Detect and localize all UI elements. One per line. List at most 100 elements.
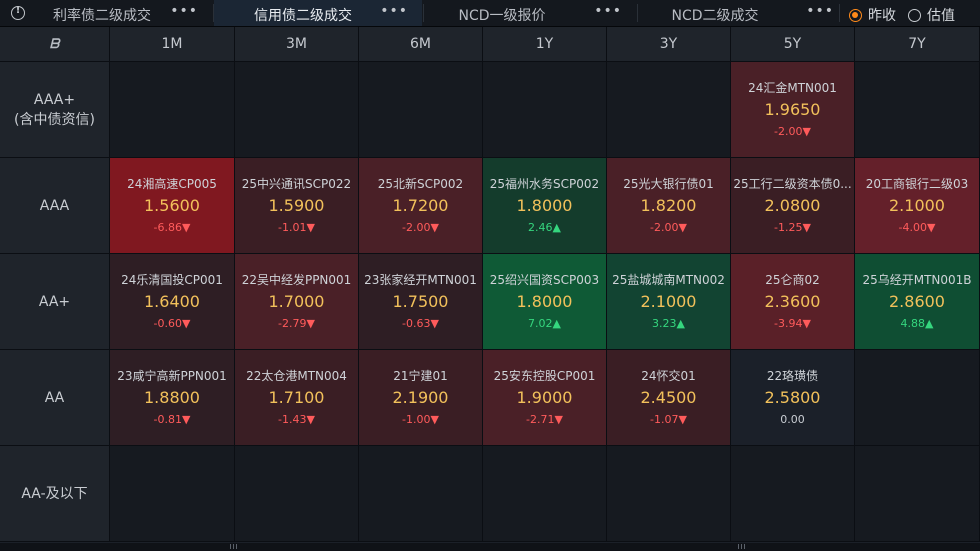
info-icon[interactable] bbox=[11, 5, 25, 20]
bond-change: -2.71▼ bbox=[526, 413, 563, 426]
bond-change: -1.01▼ bbox=[278, 221, 315, 234]
bond-yield: 1.7000 bbox=[268, 292, 325, 311]
bond-yield: 2.1000 bbox=[640, 292, 697, 311]
column-header-1y: 1Y bbox=[483, 27, 607, 62]
bond-cell[interactable]: 22吴中经发PPN001 1.7000 -2.79▼ bbox=[235, 254, 359, 350]
bond-name: 22珞璜债 bbox=[766, 369, 819, 383]
bond-yield: 2.3600 bbox=[764, 292, 821, 311]
bond-cell[interactable]: 25北新SCP002 1.7200 -2.00▼ bbox=[359, 158, 483, 254]
grid-corner: ᗷ bbox=[0, 27, 110, 62]
bond-name: 22吴中经发PPN001 bbox=[241, 273, 352, 287]
bond-cell[interactable]: 25中兴通讯SCP022 1.5900 -1.01▼ bbox=[235, 158, 359, 254]
radio-icon[interactable] bbox=[908, 8, 921, 22]
bond-cell[interactable]: 25工行二级资本债0... 2.0800 -1.25▼ bbox=[731, 158, 855, 254]
bond-yield: 1.7100 bbox=[268, 388, 325, 407]
bond-cell[interactable]: 22珞璜债 2.5800 0.00 bbox=[731, 350, 855, 446]
bond-name: 25安东控股CP001 bbox=[493, 369, 596, 383]
tab-rate-bond-secondary[interactable]: 利率债二级成交 ••• bbox=[32, 0, 212, 26]
empty-cell bbox=[483, 62, 607, 158]
more-icon[interactable]: ••• bbox=[380, 3, 408, 19]
option-label: 昨收 bbox=[868, 8, 896, 24]
bond-cell[interactable]: 20工商银行二级03 2.1000 -4.00▼ bbox=[855, 158, 980, 254]
bond-change: 3.23▲ bbox=[652, 317, 685, 330]
tab-bar: 利率债二级成交 ••• 信用债二级成交 ••• NCD一级报价 ••• NCD二… bbox=[0, 0, 980, 27]
bond-name: 21宁建01 bbox=[393, 369, 448, 383]
bond-name: 25绍兴国资SCP003 bbox=[489, 273, 600, 287]
more-icon[interactable]: ••• bbox=[806, 3, 834, 19]
column-header-7y: 7Y bbox=[855, 27, 980, 62]
bond-yield: 2.5800 bbox=[764, 388, 821, 407]
bond-cell[interactable]: 24湘高速CP005 1.5600 -6.86▼ bbox=[110, 158, 235, 254]
credit-bond-grid: ᗷ 1M 3M 6M 1Y 3Y 5Y 7Y AAA+ (含中债资信) 24汇金MTN001 1.9… bbox=[0, 27, 980, 542]
column-header-label: 3Y bbox=[659, 36, 678, 52]
bond-name: 25光大银行债01 bbox=[623, 177, 714, 191]
empty-cell bbox=[235, 62, 359, 158]
radio-checked-icon[interactable] bbox=[849, 8, 862, 22]
bond-cell[interactable]: 24乐清国投CP001 1.6400 -0.60▼ bbox=[110, 254, 235, 350]
bond-change: 4.88▲ bbox=[900, 317, 934, 330]
column-header-3m: 3M bbox=[235, 27, 359, 62]
bond-cell[interactable]: 25绍兴国资SCP003 1.8000 7.02▲ bbox=[483, 254, 607, 350]
bond-name: 25乌经开MTN001B bbox=[862, 273, 972, 287]
bond-cell[interactable]: 25福州水务SCP002 1.8000 2.46▲ bbox=[483, 158, 607, 254]
bond-yield: 1.8200 bbox=[640, 196, 697, 215]
column-header-label: 1M bbox=[161, 36, 183, 52]
resize-grip-icon[interactable] bbox=[738, 544, 747, 549]
bond-cell[interactable]: 21宁建01 2.1900 -1.00▼ bbox=[359, 350, 483, 446]
bond-cell[interactable]: 25光大银行债01 1.8200 -2.00▼ bbox=[607, 158, 731, 254]
bond-cell[interactable]: 23张家经开MTN001 1.7500 -0.63▼ bbox=[359, 254, 483, 350]
column-header-5y: 5Y bbox=[731, 27, 855, 62]
bond-cell[interactable]: 23咸宁高新PPN001 1.8800 -0.81▼ bbox=[110, 350, 235, 446]
bond-name: 25仑商02 bbox=[765, 273, 820, 287]
row-header: AA+ bbox=[0, 254, 110, 350]
column-header-3y: 3Y bbox=[607, 27, 731, 62]
bond-name: 20工商银行二级03 bbox=[865, 177, 969, 191]
resize-grip-icon[interactable] bbox=[230, 544, 239, 549]
tab-ncd-primary[interactable]: NCD一级报价 ••• bbox=[424, 0, 636, 26]
bond-cell[interactable]: 25仑商02 2.3600 -3.94▼ bbox=[731, 254, 855, 350]
empty-cell bbox=[359, 446, 483, 542]
bond-change: 7.02▲ bbox=[528, 317, 561, 330]
bond-cell[interactable]: 25乌经开MTN001B 2.8600 4.88▲ bbox=[855, 254, 980, 350]
bond-yield: 2.0800 bbox=[764, 196, 821, 215]
bond-change: -1.25▼ bbox=[774, 221, 811, 234]
bond-yield: 2.8600 bbox=[889, 292, 945, 311]
more-icon[interactable]: ••• bbox=[594, 3, 622, 19]
tab-ncd-secondary[interactable]: NCD二级成交 ••• bbox=[638, 0, 838, 26]
bond-yield: 1.9000 bbox=[516, 388, 573, 407]
bond-cell[interactable]: 22太仓港MTN004 1.7100 -1.43▼ bbox=[235, 350, 359, 446]
bond-cell[interactable]: 25盐城城南MTN002 2.1000 3.23▲ bbox=[607, 254, 731, 350]
bond-cell[interactable]: 24怀交01 2.4500 -1.07▼ bbox=[607, 350, 731, 446]
bond-cell[interactable]: 25安东控股CP001 1.9000 -2.71▼ bbox=[483, 350, 607, 446]
bond-change: -0.63▼ bbox=[402, 317, 439, 330]
bond-name: 25盐城城南MTN002 bbox=[612, 273, 725, 287]
bond-yield: 1.5600 bbox=[144, 196, 200, 215]
option-prev-close[interactable]: 昨收 bbox=[849, 5, 896, 25]
column-header-label: 6M bbox=[410, 36, 431, 52]
bond-change: -3.94▼ bbox=[774, 317, 811, 330]
bond-change: -0.81▼ bbox=[153, 413, 191, 426]
bond-yield: 1.7200 bbox=[392, 196, 449, 215]
bond-cell[interactable]: 24汇金MTN001 1.9650 -2.00▼ bbox=[731, 62, 855, 158]
bond-yield: 1.8000 bbox=[516, 292, 573, 311]
option-label: 估值 bbox=[927, 8, 955, 24]
row-header: AAA+ (含中债资信) bbox=[0, 62, 110, 158]
bond-yield: 2.4500 bbox=[640, 388, 697, 407]
option-valuation[interactable]: 估值 bbox=[908, 5, 955, 25]
bond-yield: 1.6400 bbox=[144, 292, 200, 311]
empty-cell bbox=[607, 446, 731, 542]
column-header-label: 5Y bbox=[783, 36, 802, 52]
bond-change: -2.00▼ bbox=[402, 221, 439, 234]
bond-yield: 2.1000 bbox=[889, 196, 945, 215]
row-header: AA bbox=[0, 350, 110, 446]
bond-name: 25北新SCP002 bbox=[377, 177, 464, 191]
bond-change: -2.00▼ bbox=[650, 221, 687, 234]
tab-credit-bond-secondary[interactable]: 信用债二级成交 ••• bbox=[214, 0, 422, 26]
more-icon[interactable]: ••• bbox=[170, 3, 198, 19]
empty-cell bbox=[855, 446, 980, 542]
bond-change: -1.07▼ bbox=[650, 413, 687, 426]
bond-name: 24怀交01 bbox=[641, 369, 696, 383]
row-header-label: AA-及以下 bbox=[21, 485, 88, 502]
bond-change: -1.00▼ bbox=[402, 413, 439, 426]
bond-name: 23咸宁高新PPN001 bbox=[117, 369, 227, 383]
